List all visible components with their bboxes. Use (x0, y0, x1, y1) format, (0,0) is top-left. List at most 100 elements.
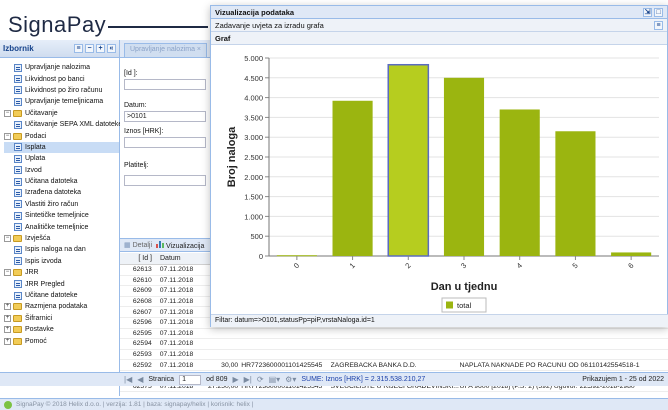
detalji-button[interactable]: ▦ Detalji (124, 241, 152, 249)
expand-icon[interactable]: + (4, 303, 11, 311)
sidebar-item[interactable]: Učitana datoteka (4, 176, 119, 187)
page-input[interactable]: 1 (179, 374, 202, 385)
window-title: Vizualizacija podataka (215, 7, 295, 17)
restore-icon[interactable]: ⇲ (643, 7, 652, 17)
collapse-icon[interactable]: − (4, 269, 11, 277)
bar (443, 77, 485, 256)
page-icon (14, 211, 22, 220)
sidebar-item[interactable]: Sintetičke temeljnice (4, 210, 119, 221)
expand-all-icon[interactable]: + (96, 44, 105, 53)
collapse-icon[interactable]: − (4, 109, 11, 117)
sidebar-item[interactable]: + Razmjena podataka (4, 301, 119, 312)
sidebar-item[interactable]: Isplata (4, 141, 119, 154)
refresh-icon[interactable]: ⟳ (257, 375, 264, 384)
sidebar-item[interactable]: Izvod (4, 165, 119, 176)
sidebar-item-label: Izvješća (25, 235, 51, 243)
tab-upravljanje-nalozima[interactable]: Upravljanje nalozima × (124, 43, 208, 57)
collapse-icon[interactable]: − (4, 235, 11, 243)
grid-toolbar: ▦ Detalji Vizualizacija (120, 238, 210, 252)
folder-icon (13, 326, 22, 334)
collapse-all-icon[interactable]: − (85, 44, 94, 53)
iznos-field[interactable] (124, 137, 206, 148)
x-tick-label: 4 (515, 261, 524, 270)
last-page-icon[interactable]: ▶| (244, 375, 252, 384)
settings-icon[interactable]: ⚙▾ (285, 375, 296, 384)
sidebar-item[interactable]: Ispis izvoda (4, 256, 119, 267)
sidebar-item-label: Izvod (25, 166, 42, 174)
expand-icon[interactable]: + (4, 326, 11, 334)
sidebar-item[interactable]: + Šifrarnici (4, 313, 119, 324)
sidebar-item[interactable]: + Postavke (4, 324, 119, 335)
filter-bar: Filtar: datum=>0101,statusPp=piP,vrstaNa… (211, 314, 668, 327)
sidebar-item[interactable]: − Izvješća (4, 233, 119, 244)
column-header-id[interactable]: [ Id ] (120, 255, 156, 262)
sidebar-item[interactable]: Likvidnost po banci (4, 73, 119, 84)
table-cell-date: 07.11.2018 (159, 361, 194, 369)
app-logo: SignaPay (8, 12, 107, 37)
id-field[interactable] (124, 79, 206, 90)
sidebar-item[interactable]: Analitičke temeljnice (4, 221, 119, 232)
prev-page-icon[interactable]: ◀ (137, 375, 143, 384)
platitelj-field[interactable] (124, 175, 206, 186)
table-row[interactable]: 62594 07.11.2018 (120, 339, 668, 350)
sidebar-item-label: JRR (25, 269, 39, 277)
collapse-icon[interactable]: − (4, 132, 11, 140)
list-icon[interactable]: ≡ (74, 44, 83, 53)
sidebar-item-label: Ispis naloga na dan (25, 246, 86, 254)
table-cell-id: 62607 (132, 308, 152, 316)
sidebar-item[interactable]: − JRR (4, 267, 119, 278)
sidebar-item[interactable]: Upravljanje nalozima (4, 62, 119, 73)
sidebar-item[interactable]: Učitavanje SEPA XML datoteke (4, 119, 122, 130)
bar-chart-icon (156, 240, 165, 248)
expand-icon[interactable]: + (4, 314, 11, 322)
sidebar-item-label: Likvidnost po banci (25, 75, 85, 83)
table-cell-id: 62610 (132, 276, 152, 284)
page-icon (14, 223, 22, 232)
conditions-section-header[interactable]: Zadavanje uvjeta za izradu grafa ≡ (211, 19, 667, 32)
sidebar-item-label: Pomoć (25, 337, 47, 345)
sidebar-item[interactable]: Upravljanje temeljnicama (4, 96, 119, 107)
sidebar-item-label: Likvidnost po žiro računu (25, 86, 103, 94)
x-tick-label: 3 (459, 261, 468, 270)
vizualizacija-button[interactable]: Vizualizacija (156, 240, 204, 250)
id-label: [Id ]: (124, 70, 138, 77)
sidebar-item-label: Učitana datoteka (25, 178, 78, 186)
table-row[interactable]: 62593 07.11.2018 (120, 350, 668, 361)
export-icon[interactable]: ▤▾ (269, 375, 281, 384)
folder-icon (13, 303, 22, 311)
datum-field[interactable]: >0101 (124, 111, 206, 122)
sidebar-item-label: Upravljanje nalozima (25, 64, 90, 72)
sidebar-item[interactable]: − Učitavanje (4, 108, 119, 119)
folder-icon (13, 109, 22, 117)
sidebar-item[interactable]: JRR Pregled (4, 278, 119, 289)
first-page-icon[interactable]: |◀ (124, 375, 132, 384)
sidebar-item[interactable]: Uplata (4, 153, 119, 164)
page-icon (14, 120, 22, 129)
sidebar-item[interactable]: Ispis naloga na dan (4, 244, 119, 255)
sidebar-item[interactable]: Likvidnost po žiro računu (4, 85, 119, 96)
expand-icon[interactable]: + (4, 337, 11, 345)
sidebar-item-label: Upravljanje temeljnicama (25, 98, 104, 106)
window-title-bar[interactable]: Vizualizacija podataka ⇲ □ (211, 6, 667, 19)
sidebar-item[interactable]: Vlastiti žiro račun (4, 199, 119, 210)
bar (499, 109, 540, 256)
sidebar-item[interactable]: Izrađena datoteka (4, 187, 119, 198)
table-cell-date: 07.11.2018 (159, 329, 194, 337)
sidebar-item[interactable]: + Pomoć (4, 335, 119, 346)
bar-chart: 0 500 1.000 1.500 2.000 2.500 3.000 3.500 4.000 4… (226, 54, 659, 313)
next-page-icon[interactable]: ▶ (233, 375, 239, 384)
maximize-icon[interactable]: □ (654, 7, 663, 17)
sidebar-item[interactable]: − Podaci (4, 130, 119, 141)
expand-section-icon[interactable]: ≡ (654, 20, 663, 30)
table-cell-desc: NAPLATA NAKNADE PO RAČUNU OD 06.... (459, 361, 589, 369)
table-row[interactable]: 62595 07.11.2018 (120, 329, 668, 340)
column-header-datum[interactable]: Datum (156, 255, 200, 262)
sidebar-item-label: JRR Pregled (25, 280, 65, 288)
collapse-panel-icon[interactable]: « (107, 44, 116, 53)
sidebar-item[interactable]: Učitane datoteke (4, 290, 119, 301)
sidebar-item-label: Analitičke temeljnice (25, 223, 89, 231)
sidebar-item-label: Ispis izvoda (25, 257, 62, 265)
pager: |◀ ◀ Stranica 1 od 809 ▶ ▶| ⟳ ▤▾ ⚙▾ SUME… (0, 372, 668, 386)
table-row[interactable]: 62592 07.11.2018 30,00 HR772360000110142554… (120, 360, 668, 371)
y-tick-label: 3.500 (244, 113, 263, 122)
